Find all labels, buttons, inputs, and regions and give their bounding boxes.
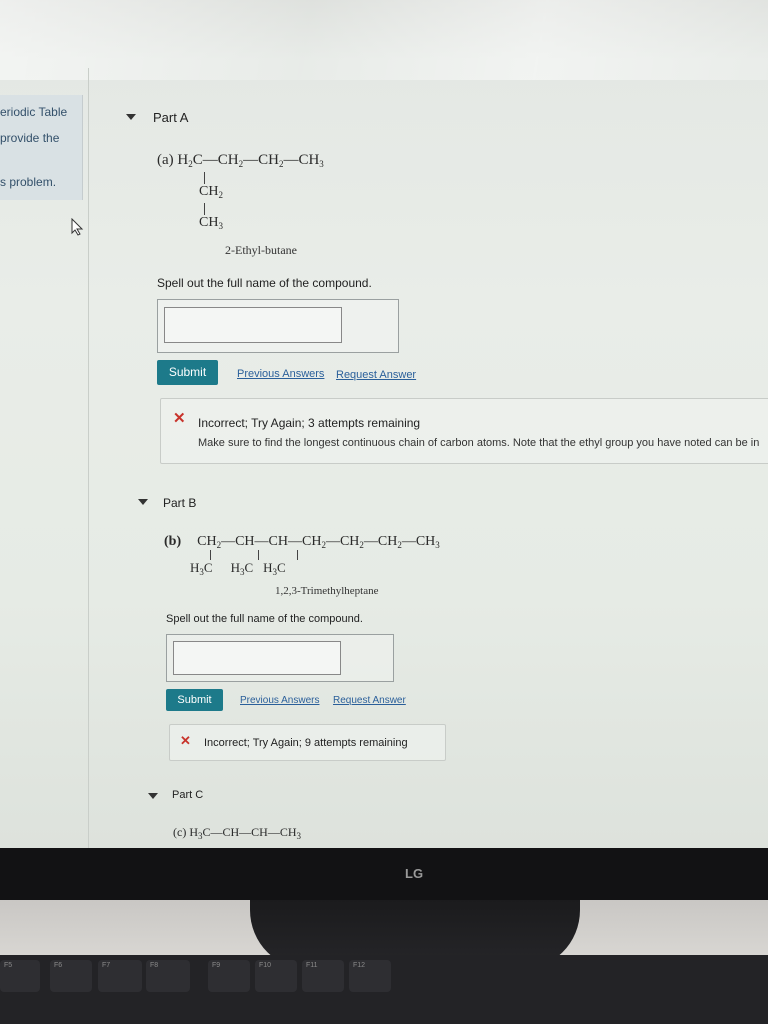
sidebar-line-3: s problem. (0, 175, 57, 189)
key-f9[interactable]: F9 (208, 960, 250, 992)
part-c-title[interactable]: Part C (172, 789, 203, 801)
part-a-title[interactable]: Part A (153, 110, 188, 125)
error-x-icon: ✕ (173, 410, 186, 427)
part-a-bond-2 (204, 203, 205, 215)
sidebar-line-1[interactable]: eriodic Table (0, 105, 67, 119)
part-b-bond-1 (210, 550, 211, 560)
mouse-cursor-icon (71, 218, 84, 236)
monitor-screen: eriodic Table provide the s problem. Par… (0, 0, 768, 850)
error-x-icon: ✕ (180, 733, 191, 748)
part-a-previous-answers-link[interactable]: Previous Answers (237, 368, 324, 380)
key-f11[interactable]: F11 (302, 960, 344, 992)
key-f8[interactable]: F8 (146, 960, 190, 992)
monitor-logo: LG (405, 866, 424, 881)
monitor-bezel (0, 848, 768, 908)
part-a-branch-1: CH2 (199, 184, 223, 200)
part-b-label: (b) (164, 534, 182, 549)
part-c-label: (c) (173, 825, 187, 839)
part-b-bond-3 (297, 550, 298, 560)
sidebar-panel: eriodic Table provide the s problem. (0, 95, 83, 200)
part-b-feedback-title: Incorrect; Try Again; 9 attempts remaini… (204, 737, 408, 749)
part-b-request-answer-link[interactable]: Request Answer (333, 695, 406, 706)
part-c-toggle-icon[interactable] (148, 793, 158, 799)
part-a-answer-container (157, 299, 399, 353)
part-a-formula: (a) H2C—CH2—CH2—CH3 (157, 152, 324, 169)
part-b-title[interactable]: Part B (163, 496, 196, 510)
part-a-label: (a) (157, 152, 174, 168)
part-a-toggle-icon[interactable] (126, 114, 136, 120)
part-a-branch-2: CH3 (199, 215, 223, 231)
part-a-feedback-detail: Make sure to find the longest continuous… (198, 437, 760, 449)
part-a-answer-input[interactable] (164, 307, 342, 343)
part-b-name-caption: 1,2,3-Trimethylheptane (275, 585, 379, 597)
part-b-prompt: Spell out the full name of the compound. (166, 613, 363, 625)
part-a-bond-1 (204, 172, 205, 184)
part-a-submit-button[interactable]: Submit (157, 360, 218, 385)
part-c-formula: (c) H3C—CH—CH—CH3 (173, 825, 302, 841)
part-a-prompt: Spell out the full name of the compound. (157, 276, 372, 290)
part-b-formula-bottom: H3C H3C H3C (190, 560, 286, 577)
key-f10[interactable]: F10 (255, 960, 297, 992)
sidebar-line-2: provide the (0, 131, 60, 145)
part-b-feedback-box: ✕ Incorrect; Try Again; 9 attempts remai… (169, 724, 446, 761)
content-divider (88, 68, 89, 848)
part-b-answer-container (166, 634, 394, 682)
part-a-feedback-box: ✕ Incorrect; Try Again; 3 attempts remai… (160, 398, 768, 464)
part-b-submit-button[interactable]: Submit (166, 689, 223, 711)
part-b-answer-input[interactable] (173, 641, 341, 675)
part-b-toggle-icon[interactable] (138, 499, 148, 505)
part-b-previous-answers-link[interactable]: Previous Answers (240, 695, 319, 706)
key-f7[interactable]: F7 (98, 960, 142, 992)
screen-glare (0, 0, 768, 80)
part-b-formula-top: (b) CH2—CH—CH—CH2—CH2—CH2—CH3 (164, 534, 440, 550)
key-f6[interactable]: F6 (50, 960, 92, 992)
key-f12[interactable]: F12 (349, 960, 391, 992)
part-a-request-answer-link[interactable]: Request Answer (336, 369, 416, 381)
part-a-name-caption: 2-Ethyl-butane (225, 243, 297, 257)
part-b-bond-2 (258, 550, 259, 560)
part-a-feedback-title: Incorrect; Try Again; 3 attempts remaini… (198, 416, 421, 430)
key-f5[interactable]: F5 (0, 960, 40, 992)
